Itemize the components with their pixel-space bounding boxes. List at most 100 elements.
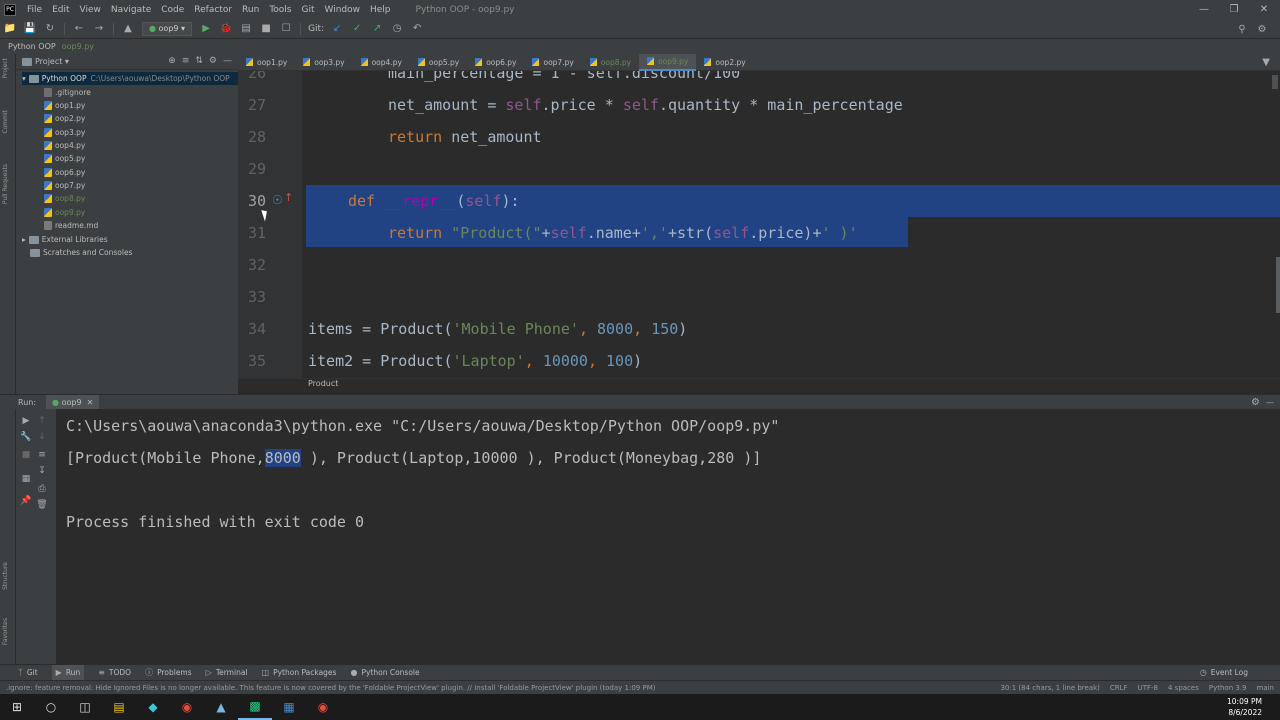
project-panel-title[interactable]: Project <box>35 57 62 66</box>
tab-oop9[interactable]: oop9.py <box>639 53 697 71</box>
menu-run[interactable]: Run <box>237 5 264 15</box>
restore-icon[interactable]: ❐ <box>1218 0 1250 19</box>
stop-icon[interactable]: ■ <box>20 449 32 461</box>
trash-icon[interactable]: 🗑 <box>36 499 48 511</box>
tab-list-icon[interactable]: ▼ <box>1262 57 1270 68</box>
file-readme[interactable]: readme.md <box>44 219 98 232</box>
build-icon[interactable]: ▲ <box>121 22 135 36</box>
gear-icon[interactable]: ⚙ <box>1251 397 1260 408</box>
menu-code[interactable]: Code <box>156 5 189 15</box>
vscode-icon[interactable]: ◆ <box>136 694 170 720</box>
git-rollback-icon[interactable]: ↶ <box>410 22 424 36</box>
file-oop2[interactable]: oop2.py <box>44 112 85 125</box>
git-push-icon[interactable]: ↗ <box>370 22 384 36</box>
breadcrumb-file[interactable]: oop9.py <box>62 42 94 51</box>
tab-oop7[interactable]: oop7.py <box>524 54 581 71</box>
file-oop6[interactable]: oop6.py <box>44 166 85 179</box>
menu-git[interactable]: Git <box>296 5 319 15</box>
sync-icon[interactable]: ↻ <box>43 22 57 36</box>
search-everywhere-icon[interactable]: ☐ <box>279 22 293 36</box>
hide-icon[interactable]: — <box>1266 398 1274 407</box>
tool-git[interactable]: ᛉ Git <box>18 668 38 677</box>
file-oop8[interactable]: oop8.py <box>44 192 85 205</box>
status-git-branch[interactable]: main <box>1257 684 1275 692</box>
file-oop9[interactable]: oop9.py <box>44 206 85 219</box>
tree-external-libraries[interactable]: ▸ External Libraries <box>22 233 108 246</box>
override-arrow-icon[interactable]: ↑ <box>284 191 293 204</box>
system-clock[interactable]: 10:09 PM 8/6/2022 <box>1227 696 1262 718</box>
file-oop4[interactable]: oop4.py <box>44 139 85 152</box>
file-explorer-icon[interactable]: ▤ <box>102 694 136 720</box>
file-oop7[interactable]: oop7.py <box>44 179 85 192</box>
windows-start-icon[interactable]: ⊞ <box>0 694 34 720</box>
settings-icon[interactable]: ⚙ <box>1255 22 1269 36</box>
git-update-icon[interactable]: ↙ <box>330 22 344 36</box>
collapse-icon[interactable]: ≡ <box>182 56 190 66</box>
menu-window[interactable]: Window <box>320 5 366 15</box>
tab-oop1[interactable]: oop1.py <box>238 54 295 71</box>
menu-file[interactable]: File <box>22 5 47 15</box>
menu-tools[interactable]: Tools <box>264 5 296 15</box>
breadcrumb-project[interactable]: Python OOP <box>8 42 56 51</box>
scroll-down-icon[interactable]: ↓ <box>36 431 48 443</box>
tab-oop5[interactable]: oop5.py <box>410 54 467 71</box>
save-icon[interactable]: 💾 <box>23 22 37 36</box>
file-gitignore[interactable]: .gitignore <box>44 86 91 99</box>
tree-scratches[interactable]: Scratches and Consoles <box>30 246 132 259</box>
run-tab-oop9[interactable]: ● oop9 ✕ <box>46 394 100 410</box>
scroll-up-icon[interactable]: ↑ <box>36 415 48 427</box>
search-icon[interactable]: ○ <box>34 694 68 720</box>
layout-icon[interactable]: ▦ <box>20 473 32 485</box>
status-line-separator[interactable]: CRLF <box>1110 684 1128 692</box>
git-history-icon[interactable]: ◷ <box>390 22 404 36</box>
menu-edit[interactable]: Edit <box>47 5 74 15</box>
favorites-tool-button[interactable]: Favorites <box>2 618 9 645</box>
locate-icon[interactable]: ⊕ <box>168 56 176 66</box>
back-arrow-icon[interactable]: ← <box>72 22 86 36</box>
minimize-icon[interactable]: — <box>1188 0 1220 19</box>
scroll-to-end-icon[interactable]: ↧ <box>36 465 48 477</box>
open-icon[interactable]: 📁 <box>3 22 17 36</box>
tool-event-log[interactable]: ◷ Event Log <box>1200 668 1248 677</box>
tool-python-console[interactable]: ● Python Console <box>350 668 419 677</box>
status-position[interactable]: 30:1 (84 chars, 1 line break) <box>1000 684 1099 692</box>
pin-icon[interactable]: 📌 <box>20 495 32 507</box>
chrome-window-icon[interactable]: ◉ <box>306 694 340 720</box>
coverage-icon[interactable]: ▤ <box>239 22 253 36</box>
code-editor[interactable]: 26 27 28 29 30 31 32 33 34 35 ☉ ↑ main_p… <box>238 71 1280 378</box>
chrome-icon[interactable]: ◉ <box>170 694 204 720</box>
file-oop1[interactable]: oop1.py <box>44 99 85 112</box>
calculator-icon[interactable]: ▦ <box>272 694 306 720</box>
status-indent[interactable]: 4 spaces <box>1168 684 1199 692</box>
print-icon[interactable]: ⎙ <box>36 483 48 495</box>
app-icon[interactable]: ▲ <box>204 694 238 720</box>
tab-oop6[interactable]: oop6.py <box>467 54 524 71</box>
tree-root-node[interactable]: ▾ Python OOP C:\Users\aouwa\Desktop\Pyth… <box>22 72 238 85</box>
tab-oop8[interactable]: oop8.py <box>582 54 639 71</box>
close-icon[interactable]: ✕ <box>1248 0 1280 19</box>
editor-scrollbar[interactable] <box>1276 257 1280 313</box>
commit-tool-button[interactable]: Commit <box>2 110 9 134</box>
soft-wrap-icon[interactable]: ≡ <box>36 449 48 461</box>
tool-run[interactable]: ▶ Run <box>51 664 85 681</box>
run-console[interactable]: C:\Users\aouwa\anaconda3\python.exe "C:/… <box>56 409 1280 664</box>
debug-icon[interactable]: 🐞 <box>219 22 233 36</box>
override-marker-icon[interactable]: ☉ <box>272 193 283 207</box>
rerun-icon[interactable]: ▶ <box>20 415 32 427</box>
menu-refactor[interactable]: Refactor <box>189 5 237 15</box>
search-icon[interactable]: ⚲ <box>1235 22 1249 36</box>
project-tool-button[interactable]: Project <box>2 58 9 79</box>
forward-arrow-icon[interactable]: → <box>92 22 106 36</box>
stop-icon[interactable]: ■ <box>259 22 273 36</box>
pycharm-icon[interactable]: ▩ <box>238 694 272 720</box>
status-interpreter[interactable]: Python 3.9 <box>1209 684 1247 692</box>
pull-requests-tool-button[interactable]: Pull Requests <box>2 164 9 204</box>
status-message[interactable]: .ignore: feature removal: Hide Ignored F… <box>0 684 655 692</box>
wrench-icon[interactable]: 🔧 <box>20 431 32 443</box>
tab-oop4[interactable]: oop4.py <box>353 54 410 71</box>
tab-oop3[interactable]: oop3.py <box>295 54 352 71</box>
menu-help[interactable]: Help <box>365 5 396 15</box>
run-config-select[interactable]: ● oop9 ▾ <box>142 21 193 36</box>
hide-icon[interactable]: — <box>223 56 232 66</box>
structure-tool-button[interactable]: Structure <box>2 562 9 590</box>
